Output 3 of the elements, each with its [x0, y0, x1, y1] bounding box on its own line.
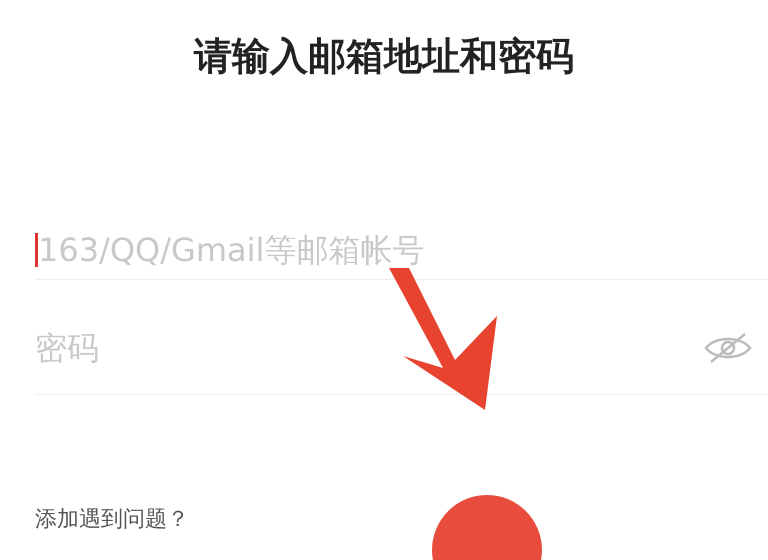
page-title: 请输入邮箱地址和密码	[194, 33, 574, 80]
eye-slash-icon	[703, 332, 753, 364]
help-link[interactable]: 添加遇到问题？	[35, 503, 189, 536]
